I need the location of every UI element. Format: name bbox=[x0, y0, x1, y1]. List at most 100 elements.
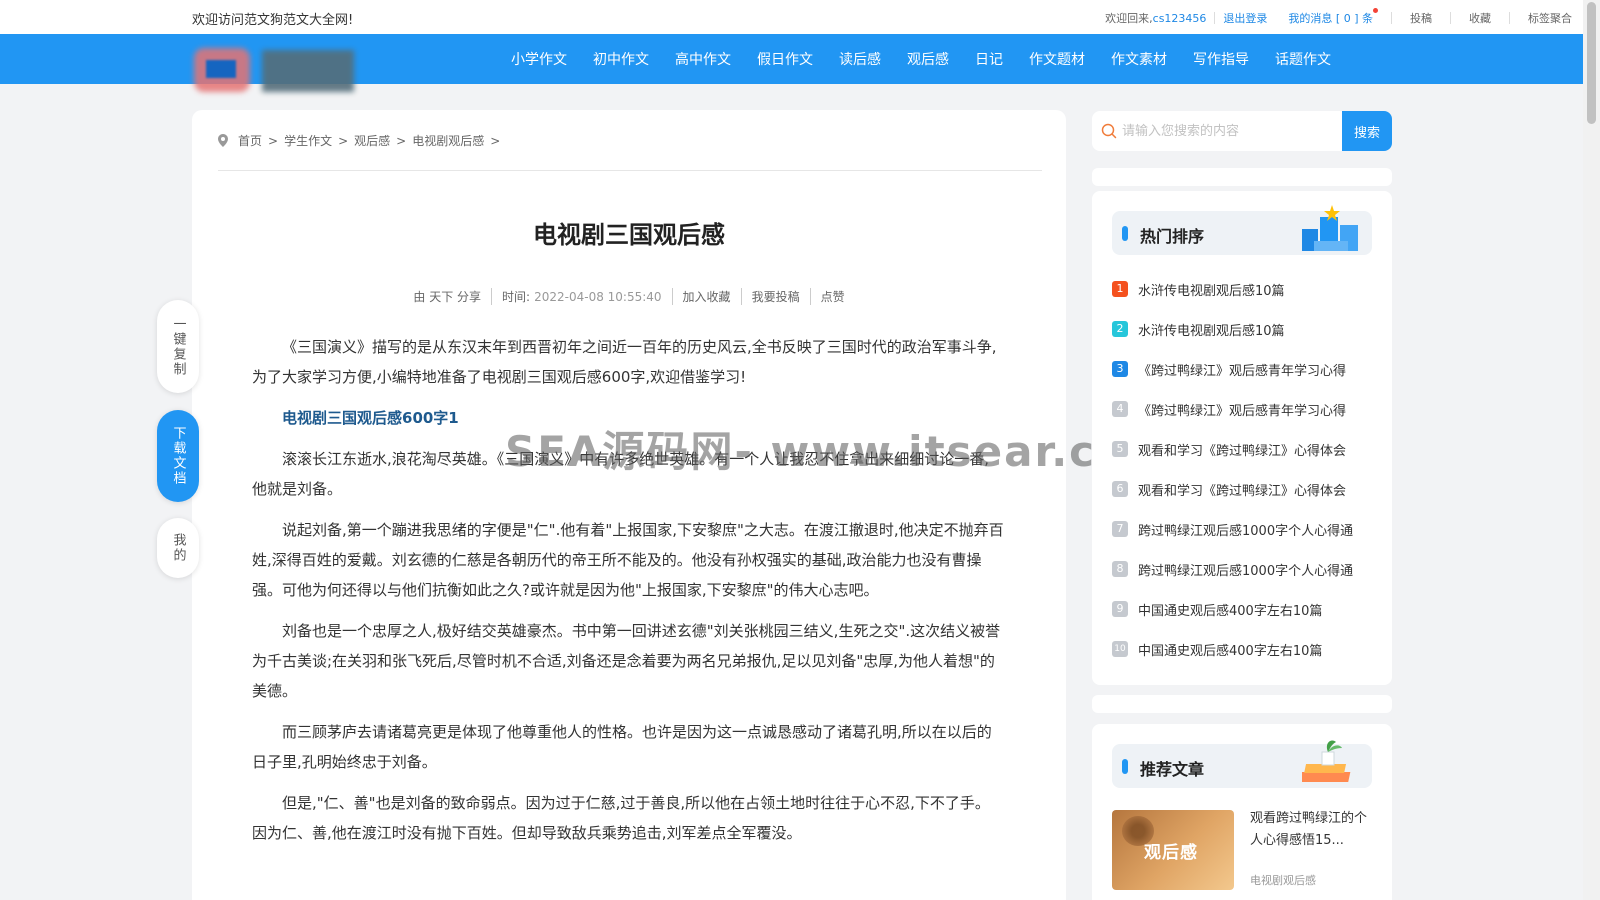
rank-badge: 6 bbox=[1112, 481, 1128, 497]
breadcrumb-separator: > bbox=[490, 133, 501, 148]
article-author: 由 天下 分享 bbox=[413, 290, 482, 304]
download-doc-button[interactable]: 下载文档 bbox=[157, 410, 199, 502]
nav-item-film-review[interactable]: 观后感 bbox=[894, 49, 962, 69]
main-nav: 小学作文 初中作文 高中作文 假日作文 读后感 观后感 日记 作文题材 作文素材… bbox=[0, 34, 1600, 92]
tags-link[interactable]: 标签聚合 bbox=[1528, 10, 1572, 26]
rank-badge: 2 bbox=[1112, 321, 1128, 337]
rank-badge: 5 bbox=[1112, 441, 1128, 457]
site-logo[interactable] bbox=[192, 44, 362, 96]
recommend-article-category: 电视剧观后感 bbox=[1250, 874, 1316, 887]
hot-item[interactable]: 4 《跨过鸭绿江》观后感青年学习心得 bbox=[1112, 389, 1382, 429]
breadcrumb-film-review[interactable]: 观后感 bbox=[354, 132, 390, 149]
recommend-article-title[interactable]: 观看跨过鸭绿江的个人心得感悟15... bbox=[1250, 808, 1370, 852]
breadcrumb-separator: > bbox=[396, 133, 407, 148]
copy-all-button[interactable]: 一键复制 bbox=[157, 300, 199, 393]
page-scrollbar[interactable] bbox=[1583, 0, 1600, 900]
hot-item-title: 中国通史观后感400字左右10篇 bbox=[1138, 643, 1323, 659]
hot-ranking-header: 热门排序 bbox=[1112, 205, 1372, 255]
recommend-header: 推荐文章 bbox=[1112, 740, 1372, 788]
time-value: 2022-04-08 10:55:40 bbox=[534, 290, 662, 304]
divider bbox=[1391, 12, 1392, 24]
logout-link[interactable]: 退出登录 bbox=[1223, 10, 1267, 26]
hot-item-title: 《跨过鸭绿江》观后感青年学习心得 bbox=[1138, 363, 1347, 379]
hot-item-title: 《跨过鸭绿江》观后感青年学习心得 bbox=[1138, 403, 1347, 419]
recommend-title: 推荐文章 bbox=[1140, 760, 1205, 779]
bar-blocks-icon bbox=[1302, 205, 1358, 251]
unread-dot-icon bbox=[1373, 8, 1378, 13]
hot-item-title: 水浒传电视剧观后感10篇 bbox=[1138, 323, 1285, 339]
nav-item-diary[interactable]: 日记 bbox=[962, 49, 1016, 69]
top-bar: 欢迎访问范文狗范文大全网! 欢迎回来, cs123456 退出登录 我的消息 [… bbox=[0, 0, 1600, 34]
article-title: 电视剧三国观后感 bbox=[533, 221, 725, 249]
breadcrumb-student-essay[interactable]: 学生作文 bbox=[284, 132, 332, 149]
nav-item-senior-essay[interactable]: 高中作文 bbox=[662, 49, 744, 69]
nav-item-primary-essay[interactable]: 小学作文 bbox=[498, 49, 580, 69]
article-panel: 首页 > 学生作文 > 观后感 > 电视剧观后感 > 电视剧三国观后感 由 天下… bbox=[192, 110, 1066, 900]
nav-item-book-review[interactable]: 读后感 bbox=[826, 49, 894, 69]
hot-ranking-title: 热门排序 bbox=[1140, 227, 1205, 246]
breadcrumb-tv-review[interactable]: 电视剧观后感 bbox=[412, 132, 484, 149]
nav-item-topic-essay[interactable]: 话题作文 bbox=[1262, 49, 1344, 69]
hot-item[interactable]: 8 跨过鸭绿江观后感1000字个人心得通 bbox=[1112, 549, 1382, 589]
like-button[interactable]: 点赞 bbox=[809, 288, 855, 305]
article-paragraph: 刘备也是一个忠厚之人,极好结交英雄豪杰。书中第一回讲述玄德"刘关张桃园三结义,生… bbox=[252, 622, 1001, 700]
article-subheading: 电视剧三国观后感600字1 bbox=[282, 409, 459, 427]
rank-badge: 1 bbox=[1112, 281, 1128, 297]
nav-item-essay-material[interactable]: 作文素材 bbox=[1098, 49, 1180, 69]
header-accent bbox=[1122, 759, 1128, 774]
messages-label: 我的消息 [ 0 ] 条 bbox=[1288, 12, 1373, 25]
scrollbar-thumb[interactable] bbox=[1587, 2, 1596, 124]
rank-badge: 3 bbox=[1112, 361, 1128, 377]
my-label: 我的 bbox=[170, 533, 186, 563]
sidebar-spacer bbox=[1092, 168, 1392, 186]
download-doc-label: 下载文档 bbox=[170, 426, 186, 486]
divider bbox=[1450, 12, 1451, 24]
plant-books-icon bbox=[1302, 740, 1351, 782]
article-meta: 由 天下 分享 时间: 2022-04-08 10:55:40 加入收藏 我要投稿… bbox=[192, 288, 1066, 305]
my-button[interactable]: 我的 bbox=[157, 518, 199, 578]
hot-item[interactable]: 1 水浒传电视剧观后感10篇 bbox=[1112, 269, 1382, 309]
favorites-link[interactable]: 收藏 bbox=[1469, 10, 1491, 26]
hot-item[interactable]: 3 《跨过鸭绿江》观后感青年学习心得 bbox=[1112, 349, 1382, 389]
article-paragraph: 而三顾茅庐去请诸葛亮更是体现了他尊重他人的性格。也许是因为这一点诚恳感动了诸葛孔… bbox=[252, 723, 992, 771]
rank-badge: 9 bbox=[1112, 601, 1128, 617]
add-favorite-button[interactable]: 加入收藏 bbox=[671, 288, 741, 305]
hot-item-title: 观看和学习《跨过鸭绿江》心得体会 bbox=[1138, 443, 1347, 459]
search-icon bbox=[1101, 123, 1117, 139]
hot-item[interactable]: 9 中国通史观后感400字左右10篇 bbox=[1112, 589, 1382, 629]
submit-article-button[interactable]: 我要投稿 bbox=[740, 288, 810, 305]
hot-item[interactable]: 5 观看和学习《跨过鸭绿江》心得体会 bbox=[1112, 429, 1382, 469]
recommend-thumbnail[interactable]: 观后感 bbox=[1112, 810, 1234, 890]
hot-item[interactable]: 6 观看和学习《跨过鸭绿江》心得体会 bbox=[1112, 469, 1382, 509]
article-intro: 《三国演义》描写的是从东汉末年到西晋初年之间近一百年的历史风云,全书反映了三国时… bbox=[252, 338, 997, 386]
rank-badge: 7 bbox=[1112, 521, 1128, 537]
nav-item-essay-topics[interactable]: 作文题材 bbox=[1016, 49, 1098, 69]
divider bbox=[1509, 12, 1510, 24]
username-link[interactable]: cs123456 bbox=[1153, 12, 1207, 25]
hot-item[interactable]: 7 跨过鸭绿江观后感1000字个人心得通 bbox=[1112, 509, 1382, 549]
hot-ranking-list: 1 水浒传电视剧观后感10篇 2 水浒传电视剧观后感10篇 3 《跨过鸭绿江》观后感青… bbox=[1112, 269, 1382, 669]
rank-badge: 10 bbox=[1112, 641, 1128, 657]
hot-item[interactable]: 2 水浒传电视剧观后感10篇 bbox=[1112, 309, 1382, 349]
hot-item[interactable]: 10 中国通史观后感400字左右10篇 bbox=[1112, 629, 1382, 669]
divider bbox=[1214, 12, 1216, 24]
thumbnail-label: 观后感 bbox=[1144, 843, 1198, 863]
nav-item-junior-essay[interactable]: 初中作文 bbox=[580, 49, 662, 69]
messages-link[interactable]: 我的消息 [ 0 ] 条 bbox=[1288, 8, 1378, 26]
rank-badge: 4 bbox=[1112, 401, 1128, 417]
breadcrumb-home[interactable]: 首页 bbox=[238, 132, 262, 149]
article-paragraph: 说起刘备,第一个蹦进我思绪的字便是"仁".他有着"上报国家,下安黎庶"之大志。在… bbox=[252, 521, 1004, 599]
search-button[interactable]: 搜索 bbox=[1342, 111, 1392, 151]
breadcrumb-separator: > bbox=[268, 133, 279, 148]
hot-item-title: 观看和学习《跨过鸭绿江》心得体会 bbox=[1138, 483, 1347, 499]
location-pin-icon bbox=[218, 134, 228, 147]
breadcrumb: 首页 > 学生作文 > 观后感 > 电视剧观后感 > bbox=[218, 132, 506, 149]
nav-item-writing-guide[interactable]: 写作指导 bbox=[1180, 49, 1262, 69]
breadcrumb-separator: > bbox=[338, 133, 349, 148]
submit-link[interactable]: 投稿 bbox=[1410, 10, 1432, 26]
search-input[interactable] bbox=[1122, 120, 1322, 142]
nav-item-holiday-essay[interactable]: 假日作文 bbox=[744, 49, 826, 69]
divider bbox=[1277, 12, 1278, 24]
nav-menu: 小学作文 初中作文 高中作文 假日作文 读后感 观后感 日记 作文题材 作文素材… bbox=[498, 34, 1344, 84]
rank-badge: 8 bbox=[1112, 561, 1128, 577]
